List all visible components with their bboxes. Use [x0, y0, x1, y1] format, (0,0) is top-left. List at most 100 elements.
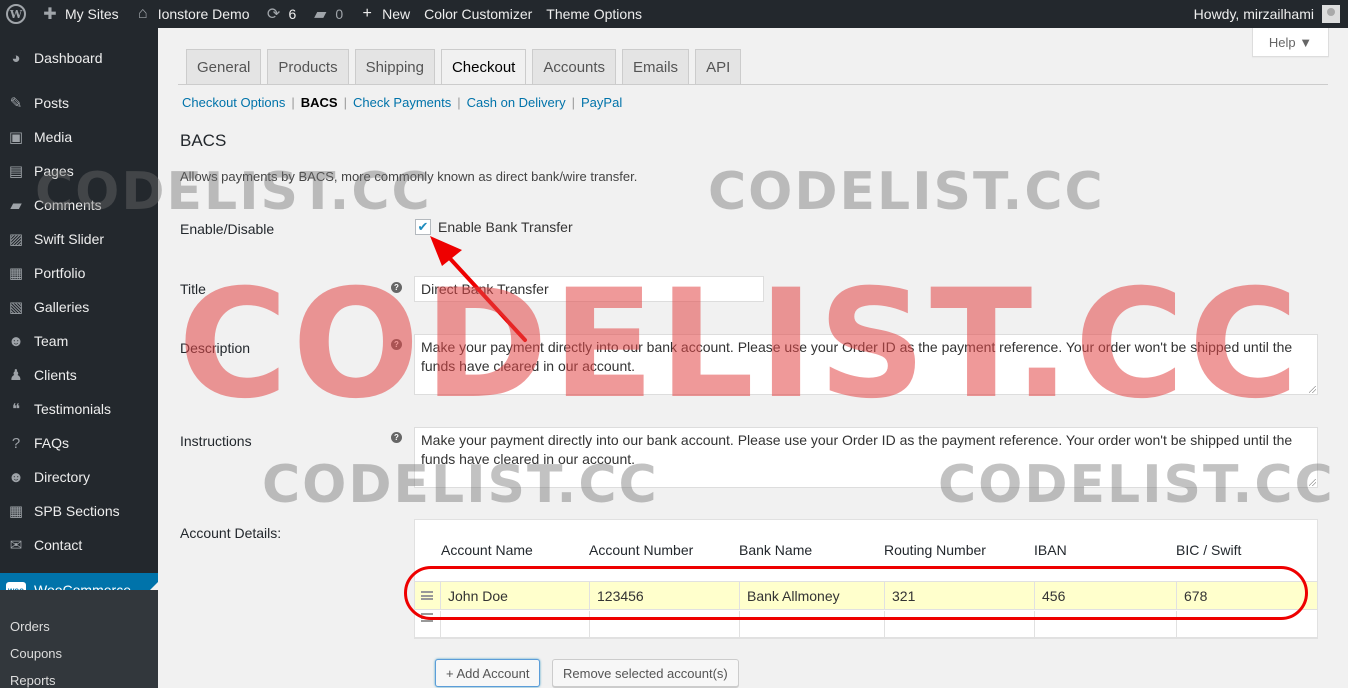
sidebar-item-team[interactable]: ☻ Team [0, 324, 158, 358]
admin-sidebar: ◕ Dashboard ✎ Posts ▣ Media ▤ Pages ▰ Comments ▨ Sw… [0, 28, 158, 688]
sidebar-item-label: Pages [34, 163, 74, 179]
sidebar-item-directory[interactable]: ☻ Directory [0, 460, 158, 494]
account-number-cell[interactable]: 123456 [589, 582, 739, 609]
empty-cell[interactable] [739, 611, 884, 638]
tab-checkout[interactable]: Checkout [440, 49, 527, 85]
drag-handle-icon[interactable] [421, 591, 433, 600]
sidebar-item-posts[interactable]: ✎ Posts [0, 86, 158, 120]
sidebar-item-portfolio[interactable]: ▦ Portfolio [0, 256, 158, 290]
column-header-iban: IBAN [1034, 542, 1067, 558]
empty-cell[interactable] [1176, 611, 1317, 638]
account-name-cell[interactable]: John Doe [440, 582, 589, 609]
sidebar-item-label: Comments [34, 197, 102, 213]
empty-cell[interactable] [1034, 611, 1176, 638]
comments-count: 0 [335, 6, 344, 22]
empty-cell[interactable] [589, 611, 739, 638]
tab-accounts[interactable]: Accounts [532, 49, 617, 84]
theme-options-link[interactable]: Theme Options [539, 0, 649, 28]
enable-bank-transfer-label[interactable]: Enable Bank Transfer [438, 219, 573, 235]
submenu-item-orders[interactable]: Orders [10, 619, 50, 634]
description-label: Description [180, 340, 251, 356]
remove-accounts-button[interactable]: Remove selected account(s) [552, 659, 739, 687]
updates-menu[interactable]: ⟳ 6 [257, 0, 304, 28]
new-label: New [382, 6, 411, 22]
sidebar-item-galleries[interactable]: ▧ Galleries [0, 290, 158, 324]
help-tip-icon[interactable]: ? [391, 432, 402, 443]
site-name-menu[interactable]: ⌂ Ionstore Demo [126, 0, 257, 28]
separator: | [291, 95, 295, 110]
account-menu[interactable]: Howdy, mirzailhami [1194, 5, 1348, 23]
accounts-table: Account Name Account Number Bank Name Ro… [414, 519, 1318, 639]
tab-shipping[interactable]: Shipping [354, 49, 435, 84]
sidebar-item-spb-sections[interactable]: ▦ SPB Sections [0, 494, 158, 528]
help-tip-icon[interactable]: ? [391, 339, 402, 350]
help-icon: ? [11, 434, 21, 452]
pin-icon: ✎ [9, 95, 23, 112]
sidebar-item-label: Dashboard [34, 50, 103, 66]
enable-bank-transfer-checkbox[interactable]: ✔ [415, 219, 431, 235]
tab-emails[interactable]: Emails [622, 49, 690, 84]
section-link-paypal[interactable]: PayPal [581, 95, 622, 110]
iban-cell[interactable]: 456 [1034, 582, 1176, 609]
mail-icon: ✉ [9, 537, 23, 554]
account-details-label: Account Details: [180, 525, 282, 541]
checkmark-icon: ✔ [417, 219, 429, 234]
new-content-menu[interactable]: + New [350, 0, 417, 28]
table-row[interactable] [415, 611, 1317, 638]
description-textarea[interactable]: Make your payment directly into our bank… [414, 334, 1318, 395]
empty-cell[interactable] [884, 611, 1034, 638]
sidebar-item-pages[interactable]: ▤ Pages [0, 154, 158, 188]
section-link-checkout-options[interactable]: Checkout Options [182, 95, 285, 110]
section-link-check-payments[interactable]: Check Payments [353, 95, 451, 110]
column-header-bank-name: Bank Name [739, 542, 813, 558]
column-header-account-number: Account Number [589, 542, 694, 558]
sidebar-item-comments[interactable]: ▰ Comments [0, 188, 158, 222]
title-field[interactable]: Direct Bank Transfer [414, 276, 764, 302]
sidebar-item-swift-slider[interactable]: ▨ Swift Slider [0, 222, 158, 256]
sidebar-item-testimonials[interactable]: ❝ Testimonials [0, 392, 158, 426]
routing-number-cell[interactable]: 321 [884, 582, 1034, 609]
comments-menu[interactable]: ▰ 0 [303, 0, 350, 28]
refresh-icon: ⟳ [266, 6, 281, 23]
color-customizer-link[interactable]: Color Customizer [417, 0, 539, 28]
wordpress-logo[interactable]: W [0, 0, 33, 28]
quote-icon: ❝ [11, 401, 21, 418]
sidebar-item-label: Media [34, 129, 73, 145]
sidebar-item-faqs[interactable]: ? FAQs [0, 426, 158, 460]
instructions-textarea[interactable]: Make your payment directly into our bank… [414, 427, 1318, 488]
drag-handle-icon[interactable] [421, 613, 433, 622]
sidebar-item-media[interactable]: ▣ Media [0, 120, 158, 154]
column-header-account-name: Account Name [441, 542, 533, 558]
tab-general[interactable]: General [186, 49, 262, 84]
woocommerce-submenu: Orders Coupons Reports [0, 590, 158, 688]
pages-icon: ▤ [8, 163, 24, 180]
add-account-button[interactable]: + Add Account [435, 659, 541, 687]
tab-api[interactable]: API [695, 49, 742, 84]
gallery-icon: ▧ [8, 299, 24, 316]
submenu-item-reports[interactable]: Reports [10, 673, 56, 688]
bic-swift-cell[interactable]: 678 [1176, 582, 1317, 609]
dashboard-icon: ◕ [11, 49, 21, 67]
sidebar-item-contact[interactable]: ✉ Contact [0, 528, 158, 562]
sidebar-item-dashboard[interactable]: ◕ Dashboard [0, 41, 158, 75]
my-sites-menu[interactable]: ✚ My Sites [33, 0, 126, 28]
sidebar-item-label: Testimonials [34, 401, 112, 417]
tab-divider [178, 84, 1328, 85]
sections-icon: ▦ [8, 503, 24, 520]
avatar [1322, 5, 1340, 23]
portfolio-icon: ▦ [8, 265, 24, 282]
section-link-cash-on-delivery[interactable]: Cash on Delivery [467, 95, 566, 110]
sidebar-item-clients[interactable]: ♟ Clients [0, 358, 158, 392]
column-header-bic-swift: BIC / Swift [1176, 542, 1242, 558]
empty-cell[interactable] [440, 611, 589, 638]
help-button[interactable]: Help ▼ [1252, 28, 1329, 57]
sidebar-item-label: Posts [34, 95, 70, 111]
submenu-item-coupons[interactable]: Coupons [10, 646, 62, 661]
slider-icon: ▨ [8, 231, 24, 248]
table-row[interactable]: John Doe 123456 Bank Allmoney 321 456 67… [415, 581, 1317, 610]
help-tip-icon[interactable]: ? [391, 282, 402, 293]
bank-name-cell[interactable]: Bank Allmoney [739, 582, 884, 609]
team-icon: ☻ [8, 332, 24, 350]
tab-products[interactable]: Products [267, 49, 349, 84]
section-link-bacs[interactable]: BACS [301, 95, 338, 110]
